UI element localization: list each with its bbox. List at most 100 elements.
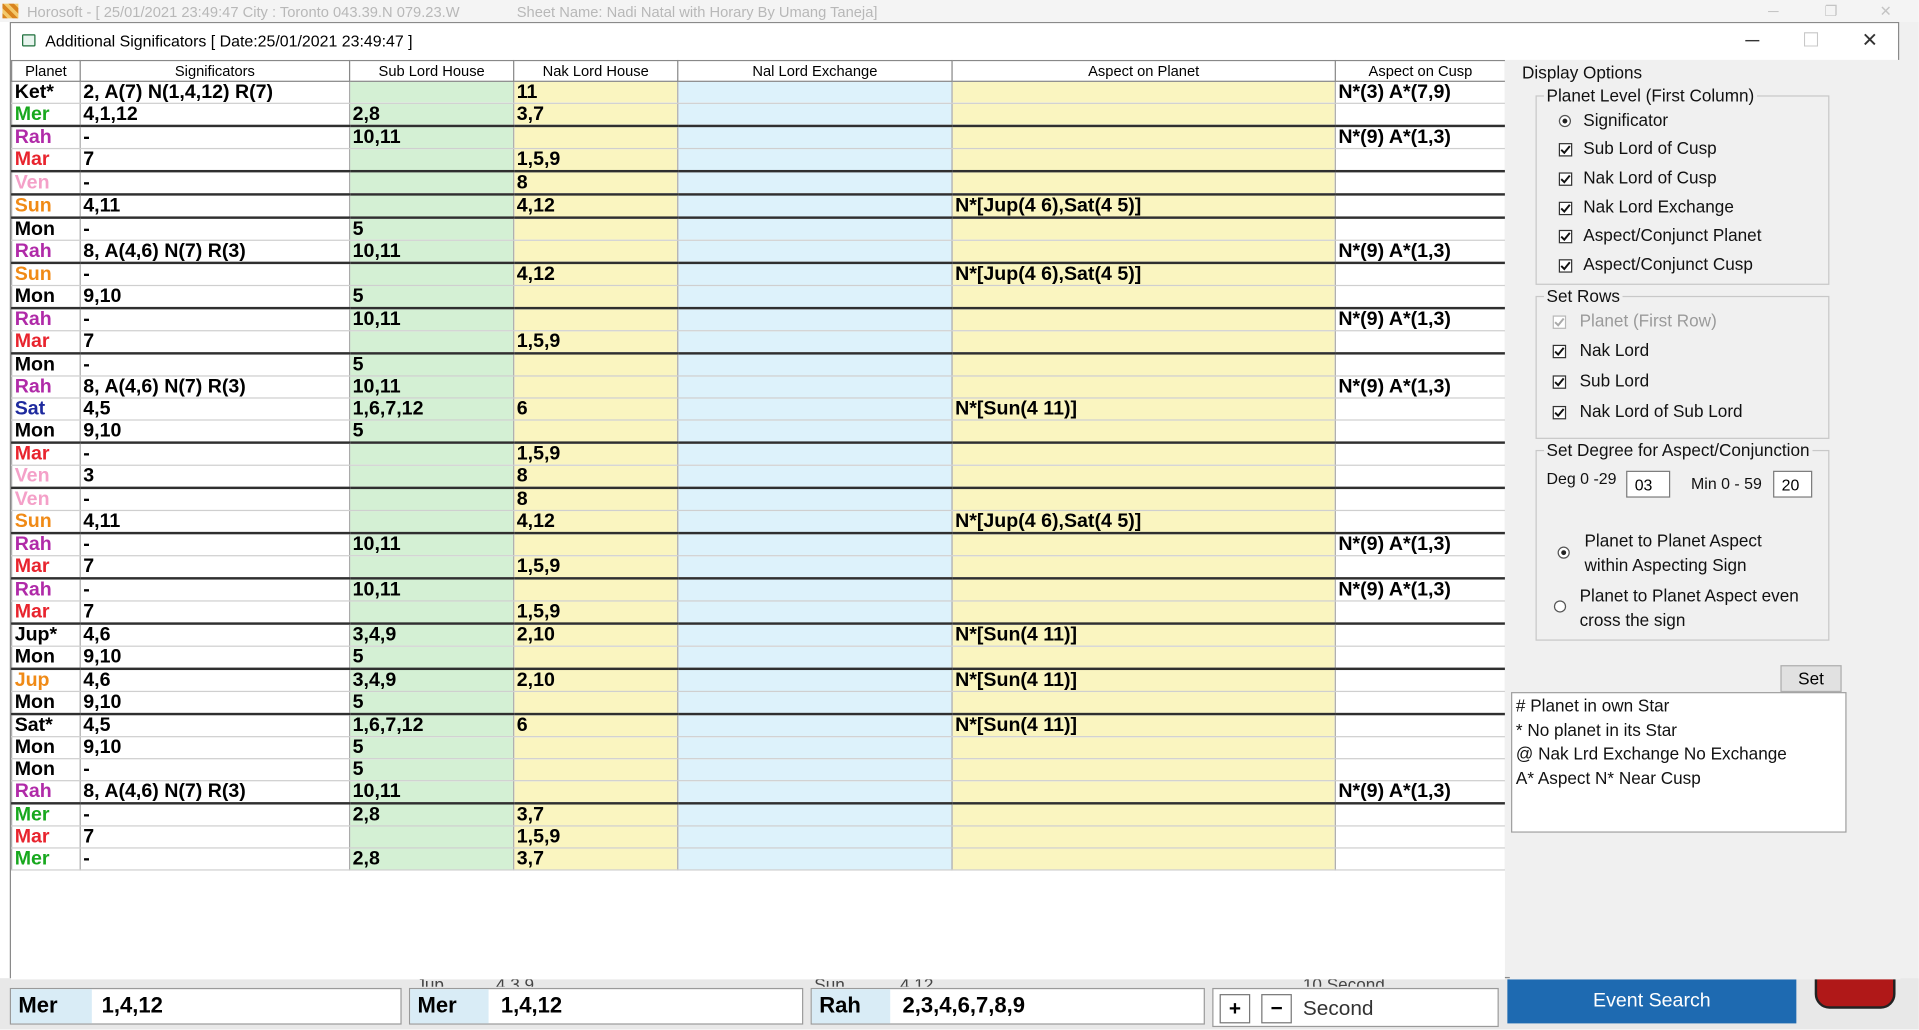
aspect-on-cusp-cell[interactable]: N*(9) A*(1,3)	[1334, 578, 1505, 602]
plus-button[interactable]: +	[1219, 994, 1251, 1024]
sub-lord-house-cell[interactable]: 10,11	[348, 125, 515, 150]
significators-cell[interactable]: 8, A(4,6) N(7) R(3)	[79, 375, 351, 399]
significators-cell[interactable]: -	[79, 262, 351, 287]
sub-lord-house-cell[interactable]: 5	[348, 217, 515, 241]
table-row[interactable]: Mon -5	[11, 758, 1505, 782]
col-header-planet[interactable]: Planet	[11, 59, 81, 82]
table-row[interactable]: Ven - 8	[11, 171, 1505, 196]
nak-lord-exchange-cell[interactable]	[677, 646, 953, 671]
aspect-on-cusp-cell[interactable]	[1334, 758, 1505, 782]
nak-lord-exchange-cell[interactable]	[677, 803, 953, 827]
aspect-on-planet-cell[interactable]	[951, 600, 1336, 625]
aspect-on-cusp-cell[interactable]	[1334, 510, 1505, 535]
significators-cell[interactable]: -	[79, 758, 351, 782]
sub-lord-checkbox[interactable]	[1552, 375, 1567, 389]
significators-grid[interactable]: Planet Significators Sub Lord House Nak …	[11, 59, 1505, 980]
nak-lord-house-cell[interactable]	[513, 240, 679, 265]
aspect-on-cusp-cell[interactable]	[1334, 397, 1505, 421]
significators-cell[interactable]: 4,5	[79, 397, 351, 421]
nak-lord-house-cell[interactable]	[513, 736, 679, 760]
sub-lord-house-cell[interactable]: 10,11	[348, 533, 515, 557]
table-row[interactable]: Mar 7 1,5,9	[11, 825, 1505, 849]
table-row[interactable]: Rah -10,11 N*(9) A*(1,3)	[11, 533, 1505, 557]
nak-lord-exchange-cell[interactable]	[677, 353, 953, 377]
sub-lord-house-cell[interactable]: 3,4,9	[348, 668, 515, 693]
nak-lord-exchange-cell[interactable]	[677, 125, 953, 150]
aspect-on-cusp-cell[interactable]: N*(3) A*(7,9)	[1334, 81, 1505, 104]
aspect-on-cusp-cell[interactable]: N*(9) A*(1,3)	[1334, 240, 1505, 265]
planet-cell[interactable]: Rah	[11, 240, 81, 265]
significators-cell[interactable]: 4,11	[79, 194, 351, 219]
aspect-on-planet-cell[interactable]	[951, 308, 1336, 332]
planet-cell[interactable]: Ven	[11, 171, 81, 196]
significators-cell[interactable]: 9,10	[79, 646, 351, 671]
aspect-on-cusp-cell[interactable]: N*(9) A*(1,3)	[1334, 780, 1505, 805]
nak-lord-exchange-cell[interactable]	[677, 780, 953, 805]
nak-lord-house-cell[interactable]: 4,12	[513, 262, 679, 287]
planet-cell[interactable]: Rah	[11, 125, 81, 150]
aspect-on-cusp-cell[interactable]: N*(9) A*(1,3)	[1334, 308, 1505, 332]
nak-lord-exchange-cell[interactable]	[677, 758, 953, 782]
table-row[interactable]: Mar 7 1,5,9	[11, 148, 1505, 173]
planet-cell[interactable]: Ven	[11, 487, 81, 512]
planet-cell[interactable]: Sun	[11, 510, 81, 535]
nak-lord-house-cell[interactable]: 2,10	[513, 623, 679, 647]
nak-lord-exchange-cell[interactable]	[677, 262, 953, 287]
nak-lord-house-cell[interactable]: 6	[513, 714, 679, 738]
aspect-on-planet-cell[interactable]	[951, 171, 1336, 196]
planet-cell[interactable]: Mar	[11, 148, 81, 173]
planet-cell[interactable]: Mon	[11, 285, 81, 310]
significator-radio[interactable]	[1558, 114, 1572, 128]
table-row[interactable]: Mar 7 1,5,9	[11, 600, 1505, 625]
aspect-on-cusp-cell[interactable]	[1334, 262, 1505, 287]
planet-cell[interactable]: Sat	[11, 397, 81, 421]
table-row[interactable]: Mar 7 1,5,9	[11, 330, 1505, 355]
aspect-planet-checkbox[interactable]	[1558, 229, 1573, 244]
planet-cell[interactable]: Mar	[11, 330, 81, 355]
significators-cell[interactable]: 9,10	[79, 419, 351, 444]
planet-cell[interactable]: Mon	[11, 758, 81, 782]
minute-input[interactable]: 20	[1773, 470, 1813, 498]
aspect-on-cusp-cell[interactable]	[1334, 668, 1505, 693]
significators-cell[interactable]: -	[79, 217, 351, 241]
nak-lord-house-cell[interactable]: 1,5,9	[513, 555, 679, 580]
col-header-aspect-on-cusp[interactable]: Aspect on Cusp	[1334, 59, 1505, 82]
nak-lord-exchange-cell[interactable]	[677, 397, 953, 421]
aspect-on-planet-cell[interactable]	[951, 285, 1336, 310]
significators-cell[interactable]: -	[79, 847, 351, 871]
table-row[interactable]: Mon -5	[11, 217, 1505, 241]
table-row[interactable]: Rah -10,11 N*(9) A*(1,3)	[11, 308, 1505, 332]
bottom-house-box-2[interactable]: Mer 1,4,12	[408, 987, 804, 1025]
table-row[interactable]: Mer -2,8 3,7	[11, 803, 1505, 827]
aspect-on-planet-cell[interactable]	[951, 578, 1336, 602]
sub-lord-house-cell[interactable]	[348, 487, 515, 512]
significators-cell[interactable]: 3	[79, 465, 351, 490]
nak-lord-exchange-cell[interactable]	[677, 691, 953, 716]
table-row[interactable]: Rah -10,11 N*(9) A*(1,3)	[11, 125, 1505, 150]
aspect-on-cusp-cell[interactable]	[1334, 825, 1505, 849]
col-header-nak-lord-exchange[interactable]: Nal Lord Exchange	[677, 59, 953, 82]
aspect-on-planet-cell[interactable]	[951, 803, 1336, 827]
nak-lord-exchange-cell[interactable]	[677, 668, 953, 693]
col-header-significators[interactable]: Significators	[79, 59, 351, 82]
aspect-on-cusp-cell[interactable]	[1334, 555, 1505, 580]
aspect-on-cusp-cell[interactable]	[1334, 736, 1505, 760]
significators-cell[interactable]: -	[79, 442, 351, 466]
table-row[interactable]: Mon -5	[11, 353, 1505, 377]
planet-cell[interactable]: Rah	[11, 533, 81, 557]
sub-lord-house-cell[interactable]	[348, 330, 515, 355]
aspect-on-cusp-cell[interactable]	[1334, 465, 1505, 490]
sub-lord-house-cell[interactable]: 10,11	[348, 780, 515, 805]
aspect-on-cusp-cell[interactable]	[1334, 714, 1505, 738]
degree-input[interactable]: 03	[1626, 470, 1671, 498]
nak-lord-exchange-cell[interactable]	[677, 375, 953, 399]
aspect-on-cusp-cell[interactable]	[1334, 419, 1505, 444]
aspect-on-planet-cell[interactable]: N*[Sun(4 11)]	[951, 714, 1336, 738]
planet-cell[interactable]: Mar	[11, 442, 81, 466]
table-row[interactable]: Mar - 1,5,9	[11, 442, 1505, 466]
nak-lord-exchange-cell[interactable]	[677, 825, 953, 849]
sub-lord-house-cell[interactable]	[348, 510, 515, 535]
sub-lord-house-cell[interactable]: 2,8	[348, 803, 515, 827]
aspect-on-planet-cell[interactable]	[951, 419, 1336, 444]
nak-lord-exchange-cell[interactable]	[677, 148, 953, 173]
